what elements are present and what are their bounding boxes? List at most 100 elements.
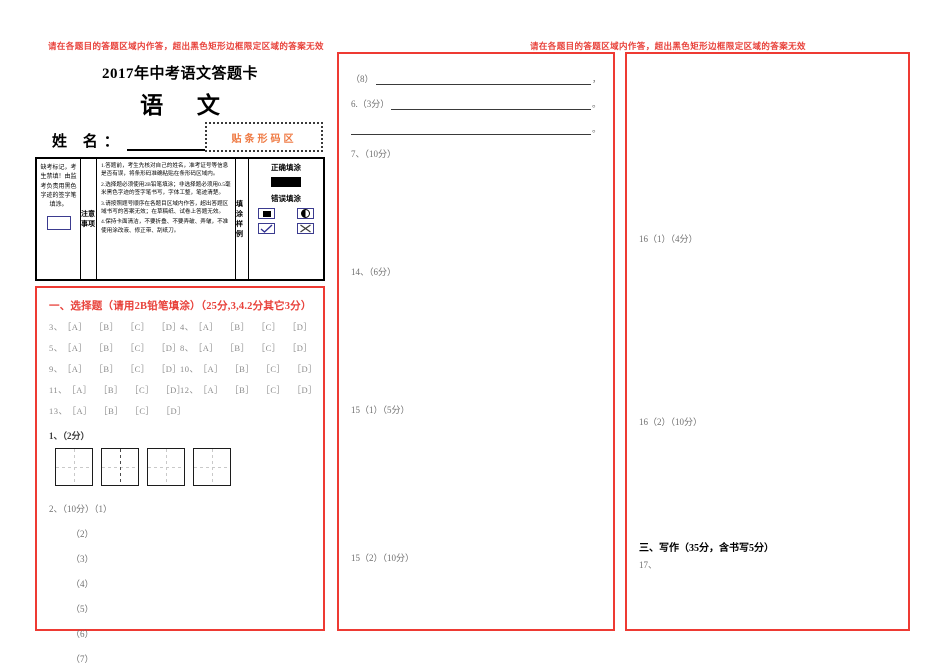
note-item-1: 1.答题前，考生先核对自己的姓名，准考证号等信息是否有误，将条形码准确粘贴在条形… bbox=[101, 163, 229, 178]
multiple-choice-list: 3、 ［A］ ［B］ ［C］ ［D］ 4、 ［A］ ［B］ ［C］ ［D］ 5、 ［A］ ［B］ ［C］ ［… bbox=[49, 321, 317, 417]
multiple-choice-row: 11、 ［A］ ［B］ ［C］ ［D］ 12、 ［A］ ［B］ ［C］ ［D］ bbox=[49, 384, 317, 396]
option-bubble-a[interactable]: ［A］ bbox=[194, 321, 219, 333]
barcode-area-label: 贴条形码区 bbox=[231, 133, 297, 145]
question-number: 9、 bbox=[49, 364, 63, 374]
character-grid-cell[interactable] bbox=[147, 448, 185, 486]
cross-x-icon bbox=[297, 223, 314, 234]
question-2-subitem[interactable]: （2） bbox=[71, 527, 311, 540]
option-bubble-d[interactable]: ［D］ bbox=[157, 321, 182, 333]
question-6-tail: 。 bbox=[591, 99, 601, 109]
option-bubble-a[interactable]: ［A］ bbox=[63, 321, 88, 333]
option-bubble-a[interactable]: ［A］ bbox=[68, 405, 93, 417]
name-field-row: 姓 名： bbox=[52, 130, 205, 151]
answer-line-q6[interactable]: 6.（3分） 。 bbox=[351, 97, 601, 110]
absent-mark-bubble[interactable] bbox=[46, 216, 71, 231]
fill-sample-cell: 正确填涂 错误填涂 bbox=[249, 159, 323, 279]
multiple-choice-question: 3、 ［A］ ［B］ ［C］ ［D］ bbox=[49, 321, 182, 333]
option-bubble-d[interactable]: ［D］ bbox=[288, 321, 313, 333]
option-bubble-d[interactable]: ［D］ bbox=[293, 363, 318, 375]
notes-vertical-label: 注意事项 bbox=[81, 159, 97, 279]
question-2-subitem[interactable]: （4） bbox=[71, 577, 311, 590]
question-2-subitem[interactable]: （6） bbox=[71, 627, 311, 640]
section-title-multiple-choice: 一、选择题（请用2B铅笔填涂）（25分,3,4.2分其它3分） bbox=[49, 301, 312, 312]
option-bubble-a[interactable]: ［A］ bbox=[194, 342, 219, 354]
question-6-input-2[interactable] bbox=[351, 123, 591, 135]
option-bubble-a[interactable]: ［A］ bbox=[67, 384, 92, 396]
question-number: 12、 bbox=[180, 385, 199, 395]
answer-line-8-input[interactable] bbox=[375, 73, 591, 85]
absent-mark-cell: 缺考标记，考生禁填！由监考负责用黑色字迹的签字笔填涂。 bbox=[37, 159, 81, 279]
option-bubble-b[interactable]: ［B］ bbox=[230, 384, 254, 396]
character-grid-row[interactable] bbox=[55, 448, 311, 486]
option-bubble-b[interactable]: ［B］ bbox=[225, 342, 249, 354]
multiple-choice-row: 9、 ［A］ ［B］ ［C］ ［D］ 10、 ［A］ ［B］ ［C］ ［D］ bbox=[49, 363, 317, 375]
question-2-label: 2、（10分）（1） bbox=[49, 504, 113, 514]
name-input-line[interactable] bbox=[126, 135, 205, 151]
warning-text-right: 请在各题目的答题区域内作答，超出黑色矩形边框限定区域的答案无效 bbox=[530, 41, 806, 51]
answer-line-8-tail: ， bbox=[591, 74, 601, 84]
square-outline-icon bbox=[258, 208, 275, 219]
option-bubble-b[interactable]: ［B］ bbox=[94, 363, 118, 375]
correct-fill-mark-icon bbox=[271, 177, 301, 187]
correct-fill-title: 正确填涂 bbox=[271, 163, 301, 172]
option-bubble-b[interactable]: ［B］ bbox=[94, 321, 118, 333]
option-bubble-c[interactable]: ［C］ bbox=[257, 321, 281, 333]
question-number: 5、 bbox=[49, 343, 63, 353]
page-title: 2017年中考语文答题卡 bbox=[101, 66, 258, 82]
option-bubble-c[interactable]: ［C］ bbox=[261, 384, 285, 396]
option-bubble-c[interactable]: ［C］ bbox=[257, 342, 281, 354]
barcode-area[interactable]: 贴条形码区 bbox=[205, 122, 323, 152]
option-bubble-c[interactable]: ［C］ bbox=[126, 363, 150, 375]
subject-title: 语 文 bbox=[140, 93, 234, 118]
option-bubble-b[interactable]: ［B］ bbox=[94, 342, 118, 354]
question-2-subitem[interactable]: （5） bbox=[71, 602, 311, 615]
warning-text-left: 请在各题目的答题区域内作答，超出黑色矩形边框限定区域的答案无效 bbox=[48, 41, 324, 51]
multiple-choice-question: 4、 ［A］ ［B］ ［C］ ［D］ bbox=[180, 321, 313, 333]
multiple-choice-question: 10、 ［A］ ［B］ ［C］ ［D］ bbox=[180, 363, 317, 375]
answer-line-q6-second[interactable]: 。 bbox=[351, 122, 601, 135]
question-1-label: 1、（2分） bbox=[49, 431, 90, 441]
half-filled-circle-icon bbox=[297, 208, 314, 219]
question-17-label: 17、 bbox=[639, 560, 658, 570]
character-grid-cell[interactable] bbox=[101, 448, 139, 486]
note-item-2: 2.选择题必须使用2B铅笔填涂；非选择题必须用0.5毫米黑色字迹的签字笔书写，字… bbox=[101, 181, 231, 197]
option-bubble-d[interactable]: ［D］ bbox=[288, 342, 313, 354]
multiple-choice-question: 12、 ［A］ ［B］ ［C］ ［D］ bbox=[180, 384, 317, 396]
option-bubble-d[interactable]: ［D］ bbox=[157, 342, 182, 354]
note-item-3: 3.请按照题号顺序在各题目区域内作答，超出答题区域书写的答案无效；在草稿纸、试卷… bbox=[101, 200, 229, 215]
option-bubble-d[interactable]: ［D］ bbox=[157, 363, 182, 375]
option-bubble-c[interactable]: ［C］ bbox=[126, 342, 150, 354]
option-bubble-b[interactable]: ［B］ bbox=[99, 405, 123, 417]
answer-line-8[interactable]: （8） ， bbox=[351, 72, 601, 85]
question-number: 3、 bbox=[49, 322, 63, 332]
question-6-input[interactable] bbox=[391, 98, 591, 110]
answer-column-middle: （8） ， 6.（3分） 。 。 7、（10分） 14、（6分） 15（1）（5… bbox=[337, 52, 615, 631]
question-15-1-label: 15（1）（5分） bbox=[351, 405, 410, 415]
writing-section: 三、写作（35分，含书写5分） 17、 bbox=[639, 539, 896, 571]
character-grid-cell[interactable] bbox=[55, 448, 93, 486]
question-14-label: 14、（6分） bbox=[351, 267, 397, 277]
question-2-subitem[interactable]: （3） bbox=[71, 552, 311, 565]
character-grid-cell[interactable] bbox=[193, 448, 231, 486]
option-bubble-c[interactable]: ［C］ bbox=[130, 405, 154, 417]
question-2-subitem[interactable]: （7） bbox=[71, 652, 311, 665]
option-bubble-c[interactable]: ［C］ bbox=[261, 363, 285, 375]
option-bubble-b[interactable]: ［B］ bbox=[99, 384, 123, 396]
question-number: 13、 bbox=[49, 406, 68, 416]
option-bubble-a[interactable]: ［A］ bbox=[199, 384, 224, 396]
absent-mark-text: 缺考标记，考生禁填！由监考负责用黑色字迹的签字笔填涂。 bbox=[40, 165, 77, 209]
wrong-fill-title: 错误填涂 bbox=[271, 194, 301, 203]
option-bubble-a[interactable]: ［A］ bbox=[63, 342, 88, 354]
name-label: 姓 名： bbox=[52, 134, 125, 150]
option-bubble-c[interactable]: ［C］ bbox=[130, 384, 154, 396]
option-bubble-a[interactable]: ［A］ bbox=[63, 363, 88, 375]
option-bubble-c[interactable]: ［C］ bbox=[126, 321, 150, 333]
option-bubble-b[interactable]: ［B］ bbox=[225, 321, 249, 333]
answer-sheet-page: 请在各题目的答题区域内作答，超出黑色矩形边框限定区域的答案无效 请在各题目的答题… bbox=[0, 0, 945, 668]
option-bubble-a[interactable]: ［A］ bbox=[199, 363, 224, 375]
option-bubble-b[interactable]: ［B］ bbox=[230, 363, 254, 375]
answer-line-8-label: （8） bbox=[351, 74, 374, 84]
multiple-choice-row: 5、 ［A］ ［B］ ［C］ ［D］ 8、 ［A］ ［B］ ［C］ ［D］ bbox=[49, 342, 313, 354]
fill-sample-vertical-label: 填涂样例 bbox=[236, 159, 249, 279]
option-bubble-d[interactable]: ［D］ bbox=[293, 384, 318, 396]
